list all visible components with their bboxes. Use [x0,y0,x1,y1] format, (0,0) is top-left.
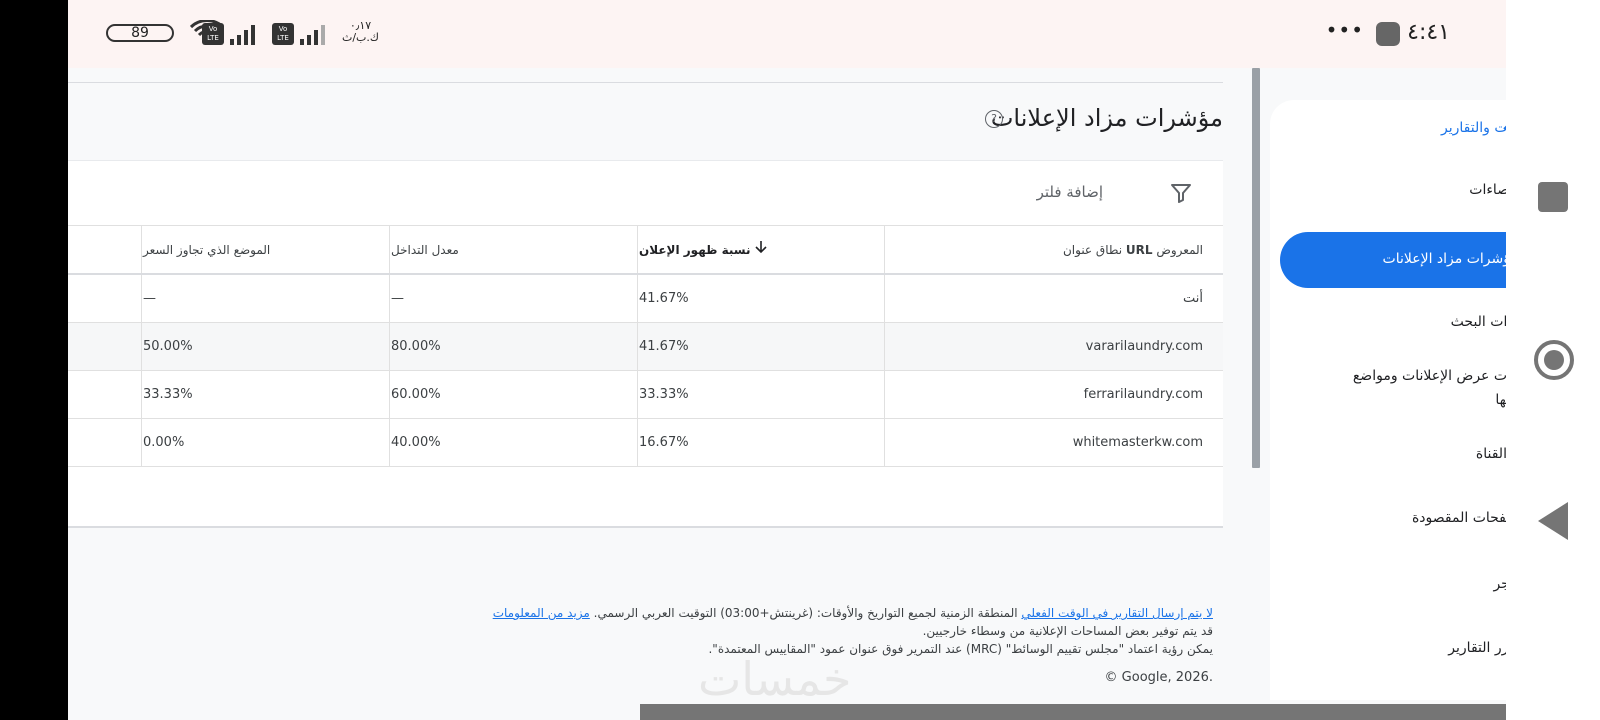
nav-label: ضها [1495,392,1506,408]
horizontal-scrollbar[interactable] [640,704,1506,720]
volte-icon: Vo LTE [272,23,294,45]
cell-overlap-rate: 60.00% [391,387,441,402]
cell-outranking-share: — [143,291,156,306]
speed-unit: ك.ب/ث [342,31,379,44]
nav-label: حصاءات [1469,182,1506,198]
header-text: المعروض [1152,243,1203,257]
copyright: © Google, 2026. [1104,670,1213,685]
table-row: whitemasterkw.com 16.67% 40.00% 0.00% [68,419,1223,467]
sidebar-item-report-editor[interactable]: حرر التقارير [1270,640,1506,664]
report-card: إضافة فلتر نطاق عنوان URL المعروض نسبة ظ… [68,160,1223,528]
android-navigation-bar [1506,0,1600,720]
chat-icon [1376,22,1400,46]
auction-insights-table: نطاق عنوان URL المعروض نسبة ظهور الإعلان… [68,226,1223,467]
table-header-row: نطاق عنوان URL المعروض نسبة ظهور الإعلان… [68,226,1223,275]
signal-icon [230,25,258,49]
header-text-bold: URL [1125,243,1153,257]
table-row: vararilaundry.com 41.67% 80.00% 50.00% [68,323,1223,371]
sidebar-item-search-terms[interactable]: ارات البحث [1270,314,1506,338]
vertical-scrollbar[interactable] [1252,68,1260,468]
filter-bar[interactable]: إضافة فلتر [68,160,1223,226]
cell-impression-share: 16.67% [639,435,689,450]
nav-label: ؤشرات مزاد الإعلانات [1382,251,1506,267]
footer-line: يمكن رؤية اعتماد "مجلس تقييم الوسائط" (M… [708,642,1213,656]
sidebar-item-auction-insights[interactable]: ؤشرات مزاد الإعلانات [1280,232,1506,288]
footer-line: لا يتم إرسال التقارير في الوقت الفعلي ال… [313,604,1213,622]
table-row: أنت 41.67% — — [68,275,1223,323]
battery-indicator: 89 [106,24,174,42]
column-header-outranking-share[interactable]: الموضع الذي تجاوز السعر [143,226,270,273]
cell-impression-share: 41.67% [639,339,689,354]
sidebar-item-merchants[interactable]: تاجر [1270,576,1506,600]
footer-notes: لا يتم إرسال التقارير في الوقت الفعلي ال… [313,604,1213,658]
chevron-up-icon [1300,116,1506,135]
divider [68,82,1223,83]
sidebar-item-statistics[interactable]: حصاءات [1270,182,1506,206]
main-content: مؤشرات مزاد الإعلانات ? إضافة فلتر نطاق … [68,68,1223,706]
back-icon[interactable] [1538,502,1568,540]
recent-apps-icon[interactable] [1538,182,1568,212]
cell-outranking-share: 33.33% [143,387,193,402]
cell-overlap-rate: 80.00% [391,339,441,354]
add-filter-label[interactable]: إضافة فلتر [1037,183,1103,201]
learn-more-link[interactable]: مزيد من المعلومات [493,606,590,620]
cell-impression-share: 33.33% [639,387,689,402]
footer-line: قد يتم توفير بعض المساحات الإعلانية من و… [922,624,1213,638]
arrow-down-icon [755,226,767,274]
app-screen: 89 Vo LTE Vo LTE ٠٫١٧ ك.ب/ث ••• ٤:٤١ مؤش… [68,0,1506,720]
signal-icon [300,25,328,49]
status-bar: 89 Vo LTE Vo LTE ٠٫١٧ ك.ب/ث ••• ٤:٤١ [68,0,1506,68]
column-header-impression-share[interactable]: نسبة ظهور الإعلان [639,226,771,273]
page-title: مؤشرات مزاد الإعلانات [990,104,1223,132]
cell-overlap-rate: — [391,291,404,306]
network-speed: ٠٫١٧ ك.ب/ث [342,20,379,44]
cell-domain: vararilaundry.com [1085,339,1203,354]
more-notifications-icon: ••• [1325,18,1364,42]
cell-domain: أنت [1183,291,1203,306]
cell-outranking-share: 0.00% [143,435,185,450]
column-header-domain[interactable]: نطاق عنوان URL المعروض [1063,226,1203,273]
cell-domain: ferrarilaundry.com [1083,387,1203,402]
clock: ٤:٤١ [1407,20,1450,45]
nav-label: سفحات المقصودة [1411,510,1506,526]
side-navigation: ءات والتقارير حصاءات ؤشرات مزاد الإعلانا… [1270,100,1506,700]
column-header-overlap-rate[interactable]: معدل التداخل [391,226,459,273]
realtime-reports-link[interactable]: لا يتم إرسال التقارير في الوقت الفعلي [1021,606,1213,620]
nav-label: تاجر [1493,576,1506,592]
watermark: خمسات [698,652,852,706]
sidebar-item-placements[interactable]: قات عرض الإعلانات ومواضع [1270,368,1506,392]
nav-label: حرر التقارير [1448,640,1506,656]
footer-text: المنطقة الزمنية لجميع التواريخ والأوقات:… [589,606,1022,620]
nav-label: ارات البحث [1450,314,1506,330]
home-icon[interactable] [1534,340,1574,380]
sidebar-item-placements-cont[interactable]: ضها [1270,392,1506,416]
cell-outranking-share: 50.00% [143,339,193,354]
header-text: نطاق عنوان [1062,243,1126,257]
nav-label: ء القناة [1475,446,1506,462]
sidebar-item-channel[interactable]: ء القناة [1270,446,1506,470]
header-text: نسبة ظهور الإعلان [639,243,751,257]
cell-impression-share: 41.67% [639,291,689,306]
cell-domain: whitemasterkw.com [1072,435,1203,450]
volte-icon: Vo LTE [202,23,224,45]
help-icon[interactable]: ? [985,110,1003,128]
nav-label: قات عرض الإعلانات ومواضع [1352,368,1506,384]
nav-section-reports[interactable]: ءات والتقارير [1270,114,1506,142]
cell-overlap-rate: 40.00% [391,435,441,450]
filter-icon[interactable] [1169,181,1193,209]
table-row: ferrarilaundry.com 33.33% 60.00% 33.33% [68,371,1223,419]
sidebar-item-landing-pages[interactable]: سفحات المقصودة [1270,510,1506,534]
